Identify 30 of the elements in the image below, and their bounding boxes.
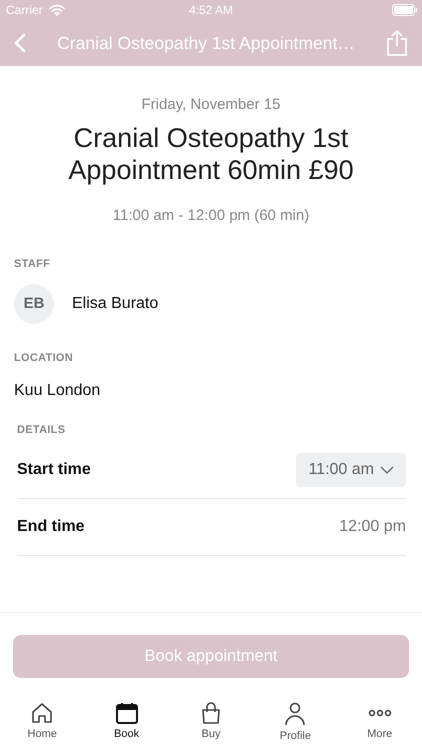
home-icon <box>31 702 54 724</box>
location-name: Kuu London <box>13 380 102 400</box>
wifi-icon <box>48 4 65 16</box>
chevron-icon <box>380 466 394 474</box>
detail-label: Start time <box>17 460 91 479</box>
staff-avatar: EB <box>14 284 54 324</box>
person-icon <box>284 702 306 726</box>
time-dropdown[interactable]: 11:00 am <box>296 452 406 487</box>
staff-name: Elisa Burato <box>72 294 158 313</box>
carrier-label: Carrier <box>6 3 43 17</box>
share-icon[interactable] <box>386 30 408 56</box>
nav-title: Cranial Osteopathy 1st Appointment… <box>56 32 356 54</box>
section-heading: DETAILS <box>16 422 66 436</box>
appointment-date: Friday, November 15 <box>140 96 282 113</box>
tab-item[interactable]: Profile <box>260 702 330 742</box>
tab-item[interactable]: More <box>344 702 415 742</box>
appointment-title: Cranial Osteopathy 1st Appointment 60min £90 <box>67 123 355 187</box>
status-time: 4:52 AM <box>188 3 234 17</box>
time-range: 11:00 am - 12:00 pm (60 min) <box>112 206 310 224</box>
section-heading: LOCATION <box>13 350 74 364</box>
bag-icon <box>200 702 222 724</box>
tab-item[interactable]: Book <box>92 702 162 742</box>
tab-item[interactable]: Home <box>7 702 78 742</box>
tab-item[interactable]: Buy <box>176 702 246 742</box>
detail-label: End time <box>17 518 85 536</box>
calendar-icon <box>116 702 138 724</box>
battery-icon <box>392 4 418 16</box>
section-heading: STAFF <box>13 256 52 270</box>
detail-value: 12:00 pm <box>339 518 406 536</box>
back-icon[interactable] <box>14 33 26 53</box>
